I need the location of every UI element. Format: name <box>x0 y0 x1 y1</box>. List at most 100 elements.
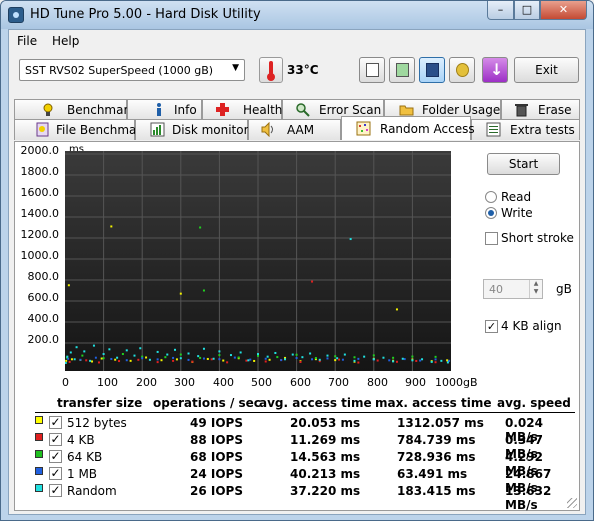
scatter-point <box>247 359 250 362</box>
series-checkbox[interactable]: ✓ <box>49 484 62 497</box>
scatter-point <box>110 357 113 360</box>
x-tick: 300 <box>174 376 195 389</box>
x-tick: 0 <box>62 376 69 389</box>
col-avg-access: avg. access time <box>259 396 372 410</box>
tab-benchmark[interactable]: Benchmark <box>14 99 135 120</box>
tab-aam[interactable]: AAM <box>248 119 341 140</box>
stroke-value: 40 <box>489 283 503 296</box>
align-4kb-checkbox[interactable]: ✓ <box>485 320 498 333</box>
copy-text-button[interactable] <box>359 57 385 83</box>
scatter-point <box>94 356 97 359</box>
scatter-point <box>264 357 267 360</box>
series-checkbox[interactable]: ✓ <box>49 416 62 429</box>
series-checkbox[interactable]: ✓ <box>49 467 62 480</box>
series-checkbox[interactable]: ✓ <box>49 433 62 446</box>
app-window: HD Tune Pro 5.00 - Hard Disk Utility – □… <box>0 0 594 521</box>
scatter-point <box>218 350 221 353</box>
window-title: HD Tune Pro 5.00 - Hard Disk Utility <box>30 7 261 22</box>
tab-extra-tests[interactable]: Extra tests <box>471 119 580 140</box>
scatter-point <box>222 359 225 362</box>
scatter-point <box>97 361 100 364</box>
scatter-point <box>363 355 366 358</box>
scatter-point <box>314 357 317 360</box>
scatter-point <box>202 357 205 360</box>
tab-file-benchmark[interactable]: File Benchmark <box>14 119 148 140</box>
save-button[interactable] <box>419 57 445 83</box>
x-tick: 800 <box>367 376 388 389</box>
scatter-point <box>172 356 175 359</box>
scatter-point <box>166 353 169 356</box>
download-button[interactable]: ↓ <box>482 57 508 83</box>
stroke-unit: gB <box>556 282 572 296</box>
scatter-point <box>218 354 221 357</box>
short-stroke-checkbox[interactable] <box>485 232 498 245</box>
scatter-point <box>411 355 414 358</box>
scatter-point <box>210 358 213 361</box>
scatter-point <box>116 356 119 359</box>
client-area: File Help SST RVS02 SuperSpeed (1000 gB)… <box>8 29 586 515</box>
align-4kb-label[interactable]: 4 KB align <box>501 319 562 333</box>
tab-health[interactable]: Health <box>202 99 282 120</box>
scatter-point <box>295 353 298 356</box>
scatter-point <box>326 357 329 360</box>
scatter-point <box>197 355 200 358</box>
tab-random-access[interactable]: Random Access <box>341 116 475 140</box>
y-tick: 800.0 <box>27 270 60 283</box>
close-button[interactable]: ✕ <box>540 1 587 20</box>
menu-help[interactable]: Help <box>52 34 79 48</box>
write-radio[interactable] <box>485 207 497 219</box>
short-stroke-stepper[interactable]: 40 ▲ ▼ <box>483 279 543 299</box>
scatter-point <box>199 356 202 359</box>
scatter-point <box>218 358 221 361</box>
transfer-size-cell: 4 KB <box>67 433 95 447</box>
read-radio[interactable] <box>485 191 497 203</box>
app-icon <box>8 7 24 23</box>
series-checkbox[interactable]: ✓ <box>49 450 62 463</box>
scatter-point <box>268 358 271 361</box>
tab-disk-monitor[interactable]: Disk monitor <box>135 119 249 140</box>
transfer-size-cell: 1 MB <box>67 467 98 481</box>
read-label[interactable]: Read <box>501 190 531 204</box>
max-access-cell: 183.415 ms <box>397 484 476 498</box>
y-tick: 1800.0 <box>20 165 60 178</box>
start-button[interactable]: Start <box>487 153 560 175</box>
col-transfer-size: transfer size <box>57 396 143 410</box>
tab-info[interactable]: Info <box>127 99 202 120</box>
exit-button[interactable]: Exit <box>514 57 579 83</box>
scatter-point <box>212 357 215 360</box>
stepper-arrows-icon[interactable]: ▲ ▼ <box>529 280 542 298</box>
scatter-point <box>318 358 321 361</box>
scatter-point <box>81 354 84 357</box>
drive-select[interactable]: SST RVS02 SuperSpeed (1000 gB) ▼ <box>19 59 245 81</box>
ops-cell: 26 IOPS <box>190 484 243 498</box>
minimize-button[interactable]: – <box>487 1 514 20</box>
options-button[interactable] <box>449 57 475 83</box>
scatter-point <box>291 353 294 356</box>
scatter-point <box>118 360 121 363</box>
scatter-point <box>172 359 175 362</box>
tab-erase[interactable]: Erase <box>501 99 580 120</box>
temperature-readout: 33°C <box>287 63 319 77</box>
ops-cell: 49 IOPS <box>190 416 243 430</box>
scatter-point <box>133 354 136 357</box>
scatter-point <box>156 350 159 353</box>
folder-icon <box>399 102 414 117</box>
resize-grip-icon[interactable] <box>567 498 577 508</box>
menu-file[interactable]: File <box>17 34 37 48</box>
scatter-point <box>179 353 182 356</box>
scatter-point <box>245 359 248 362</box>
short-stroke-label[interactable]: Short stroke <box>501 231 574 245</box>
write-label[interactable]: Write <box>501 206 533 220</box>
scatter-point <box>334 359 337 362</box>
info-icon <box>152 102 167 117</box>
scatter-point <box>229 354 232 357</box>
copy-screenshot-button[interactable] <box>389 57 415 83</box>
scatter-point <box>125 359 128 362</box>
maximize-button[interactable]: □ <box>514 1 540 20</box>
scatter-point <box>237 356 240 359</box>
scatter-point <box>299 361 302 364</box>
max-access-cell: 784.739 ms <box>397 433 476 447</box>
y-tick: 1200.0 <box>20 228 60 241</box>
title-bar[interactable]: HD Tune Pro 5.00 - Hard Disk Utility – □… <box>1 1 593 29</box>
y-tick: 2000.0 <box>20 144 60 157</box>
